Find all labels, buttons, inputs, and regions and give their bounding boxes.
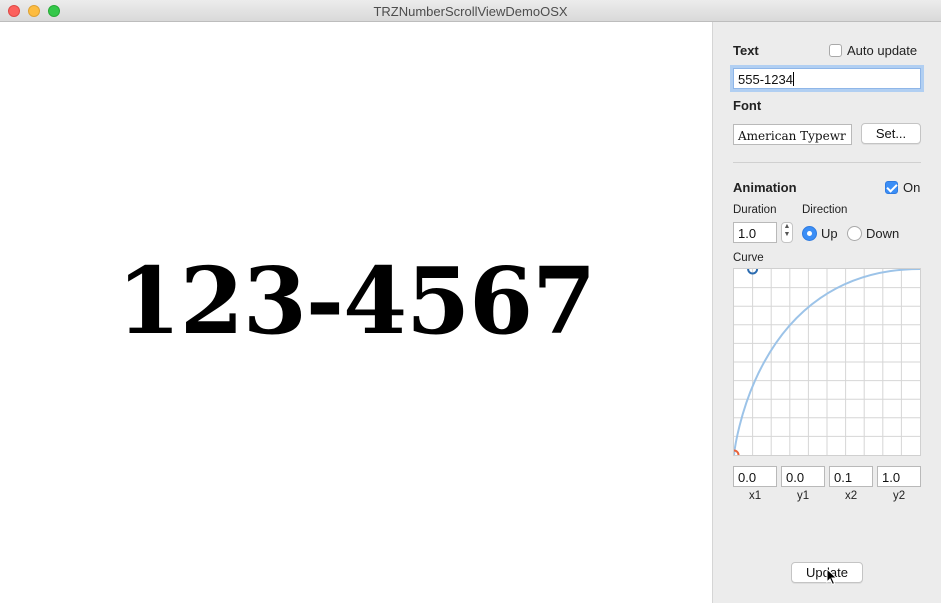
- curve-label: Curve: [733, 252, 764, 264]
- text-cursor: [792, 72, 794, 86]
- window-title: TRZNumberScrollViewDemoOSX: [373, 4, 568, 19]
- y1-label: y1: [797, 490, 810, 502]
- duration-stepper[interactable]: ▲ ▼: [781, 222, 793, 243]
- animation-on-checkbox[interactable]: [885, 181, 898, 194]
- section-divider: [733, 162, 921, 163]
- duration-label: Duration: [733, 204, 777, 216]
- title-bar: TRZNumberScrollViewDemoOSX: [0, 0, 941, 22]
- auto-update-checkbox[interactable]: [829, 44, 842, 57]
- animation-label: Animation: [733, 180, 797, 195]
- animation-on-label[interactable]: On: [903, 180, 920, 195]
- text-label: Text: [733, 43, 759, 58]
- number-scroll-view: 123-4567: [116, 247, 596, 355]
- font-name-field[interactable]: American Typewr: [733, 124, 852, 145]
- direction-up-label[interactable]: Up: [821, 226, 838, 241]
- y2-label: y2: [893, 490, 906, 502]
- curve-x2-field[interactable]: 0.1: [829, 466, 873, 487]
- x2-label: x2: [845, 490, 858, 502]
- mouse-pointer-icon: [826, 568, 838, 586]
- text-input[interactable]: 555-1234: [733, 68, 921, 89]
- x1-label: x1: [749, 490, 762, 502]
- direction-up-radio[interactable]: [802, 226, 817, 241]
- curve-x1-field[interactable]: 0.0: [733, 466, 777, 487]
- bezier-curve-editor[interactable]: [728, 263, 921, 461]
- chevron-up-icon[interactable]: ▲: [784, 223, 791, 230]
- duration-field[interactable]: 1.0: [733, 222, 777, 243]
- set-font-button[interactable]: Set...: [861, 123, 921, 144]
- curve-y1-field[interactable]: 0.0: [781, 466, 825, 487]
- font-label: Font: [733, 98, 762, 113]
- direction-down-label[interactable]: Down: [866, 226, 899, 241]
- direction-label: Direction: [802, 204, 848, 216]
- auto-update-label[interactable]: Auto update: [847, 43, 917, 58]
- chevron-down-icon[interactable]: ▼: [784, 231, 791, 238]
- direction-down-radio[interactable]: [847, 226, 862, 241]
- curve-graph: [728, 263, 921, 461]
- text-input-value: 555-1234: [738, 72, 793, 87]
- curve-y2-field[interactable]: 1.0: [877, 466, 921, 487]
- curve-grid: [734, 269, 920, 455]
